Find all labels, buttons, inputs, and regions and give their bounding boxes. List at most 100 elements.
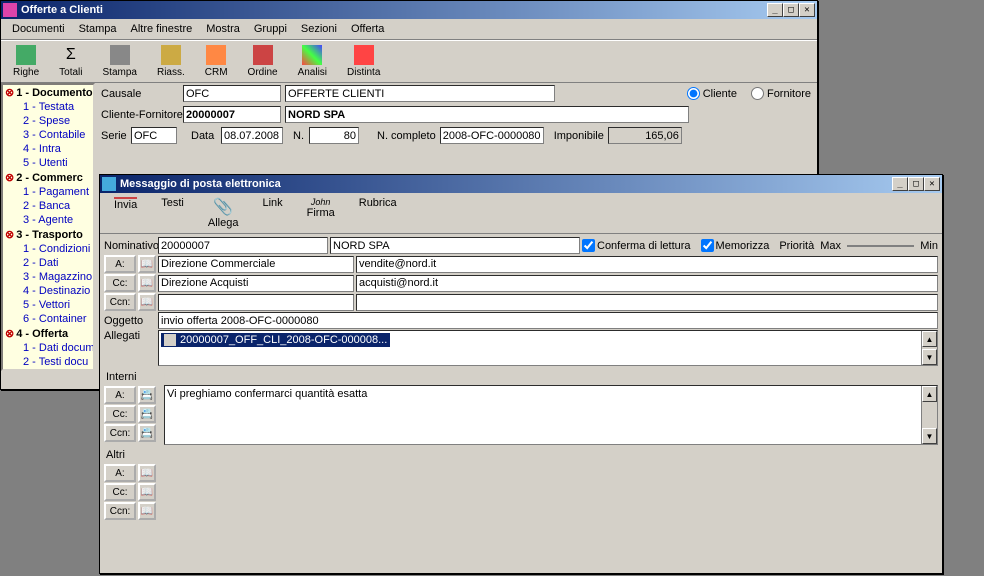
a-addr-input[interactable] — [356, 256, 938, 273]
tree-node[interactable]: ⊗4 - Offerta — [3, 326, 93, 341]
tree-node[interactable]: 2 - Spese — [3, 114, 93, 128]
cliente-radio[interactable]: Cliente — [687, 87, 737, 100]
menu-gruppi[interactable]: Gruppi — [247, 21, 294, 37]
altri-cc-button[interactable]: Cc: — [104, 483, 136, 501]
tree-node[interactable]: 3 - Contabile — [3, 128, 93, 142]
altri-a-lookup-icon[interactable]: 📖 — [138, 464, 156, 482]
etb-testi[interactable]: Testi — [149, 195, 196, 231]
cliente-name-input[interactable] — [285, 106, 689, 123]
tb-totali[interactable]: ΣTotali — [49, 43, 92, 80]
tree-node[interactable]: 6 - Container — [3, 312, 93, 326]
a-lookup-icon[interactable]: 📖 — [138, 255, 156, 273]
ncompleto-label: N. completo — [377, 130, 436, 142]
attachment-item[interactable]: 20000007_OFF_CLI_2008-OFC-000008... — [161, 333, 390, 347]
etb-link[interactable]: Link — [250, 195, 294, 231]
data-input[interactable] — [221, 127, 283, 144]
tree-node[interactable]: 2 - Banca — [3, 199, 93, 213]
tree-node[interactable]: ⊗1 - Documento — [3, 85, 93, 100]
a-button[interactable]: A: — [104, 255, 136, 273]
causale-input[interactable] — [183, 85, 281, 102]
etb-invia[interactable]: Invia — [102, 195, 149, 231]
main-toolbar: Righe ΣTotali Stampa Riass. CRM Ordine A… — [1, 40, 817, 83]
serie-label: Serie — [101, 130, 127, 142]
altri-ccn-lookup-icon[interactable]: 📖 — [138, 502, 156, 520]
altri-cc-lookup-icon[interactable]: 📖 — [138, 483, 156, 501]
cliente-code-input[interactable] — [183, 106, 281, 123]
interni-ccn-lookup-icon[interactable]: 📇 — [138, 424, 156, 442]
nominativo-input[interactable] — [158, 237, 328, 254]
ccn-addr-input[interactable] — [356, 294, 938, 311]
interni-cc-button[interactable]: Cc: — [104, 405, 136, 423]
cc-addr-input[interactable] — [356, 275, 938, 292]
ccn-lookup-icon[interactable]: 📖 — [138, 293, 156, 311]
menu-altre-finestre[interactable]: Altre finestre — [124, 21, 200, 37]
tree-node[interactable]: 3 - Agente — [3, 213, 93, 227]
menu-documenti[interactable]: Documenti — [5, 21, 72, 37]
email-maximize-button[interactable]: □ — [908, 177, 924, 191]
tree-node[interactable]: 1 - Condizioni — [3, 242, 93, 256]
conferma-lettura-checkbox[interactable]: Conferma di lettura — [582, 239, 691, 252]
interni-ccn-button[interactable]: Ccn: — [104, 424, 136, 442]
tree-node[interactable]: ⊗5 - Custom — [3, 369, 93, 371]
tree-node[interactable]: 5 - Utenti — [3, 156, 93, 170]
etb-firma[interactable]: JohnFirma — [295, 195, 347, 231]
tb-crm[interactable]: CRM — [195, 43, 238, 80]
n-input[interactable] — [309, 127, 359, 144]
maximize-button[interactable]: □ — [783, 3, 799, 17]
tree-node[interactable]: 1 - Pagament — [3, 185, 93, 199]
priorita-slider[interactable] — [843, 238, 918, 254]
etb-rubrica[interactable]: Rubrica — [347, 195, 409, 231]
tb-analisi[interactable]: Analisi — [288, 43, 337, 80]
tb-riass[interactable]: Riass. — [147, 43, 195, 80]
tree-node[interactable]: 4 - Destinazio — [3, 284, 93, 298]
interni-a-button[interactable]: A: — [104, 386, 136, 404]
message-body[interactable]: Vi preghiamo confermarci quantità esatta… — [164, 385, 938, 445]
tb-stampa[interactable]: Stampa — [93, 43, 147, 80]
fornitore-radio[interactable]: Fornitore — [751, 87, 811, 100]
tb-distinta[interactable]: Distinta — [337, 43, 390, 80]
oggetto-input[interactable] — [158, 312, 938, 329]
ccn-name-input[interactable] — [158, 294, 354, 311]
section-tree[interactable]: ⊗1 - Documento1 - Testata2 - Spese3 - Co… — [1, 83, 95, 371]
memorizza-checkbox[interactable]: Memorizza — [701, 239, 770, 252]
nominativo-desc-input[interactable] — [330, 237, 580, 254]
tree-node[interactable]: 5 - Vettori — [3, 298, 93, 312]
tb-righe[interactable]: Righe — [3, 43, 49, 80]
tb-ordine[interactable]: Ordine — [238, 43, 288, 80]
allegati-scrollbar[interactable]: ▲▼ — [921, 331, 937, 365]
tree-node[interactable]: 1 - Dati docum — [3, 341, 93, 355]
serie-input[interactable] — [131, 127, 177, 144]
close-button[interactable]: ✕ — [799, 3, 815, 17]
tree-node[interactable]: 1 - Testata — [3, 100, 93, 114]
tree-node[interactable]: ⊗2 - Commerc — [3, 170, 93, 185]
menu-mostra[interactable]: Mostra — [199, 21, 247, 37]
cc-lookup-icon[interactable]: 📖 — [138, 274, 156, 292]
app-icon — [3, 3, 17, 17]
min-label: Min — [920, 240, 938, 252]
menu-sezioni[interactable]: Sezioni — [294, 21, 344, 37]
data-label: Data — [191, 130, 217, 142]
interni-cc-lookup-icon[interactable]: 📇 — [138, 405, 156, 423]
causale-desc[interactable] — [285, 85, 555, 102]
body-scrollbar[interactable]: ▲▼ — [921, 386, 937, 444]
email-close-button[interactable]: ✕ — [924, 177, 940, 191]
interni-a-lookup-icon[interactable]: 📇 — [138, 386, 156, 404]
email-minimize-button[interactable]: _ — [892, 177, 908, 191]
tree-node[interactable]: ⊗3 - Trasporto — [3, 227, 93, 242]
etb-allega[interactable]: 📎Allega — [196, 195, 251, 231]
tree-node[interactable]: 4 - Intra — [3, 142, 93, 156]
ncompleto-input[interactable] — [440, 127, 544, 144]
tree-node[interactable]: 2 - Dati — [3, 256, 93, 270]
altri-a-button[interactable]: A: — [104, 464, 136, 482]
allegati-box[interactable]: 20000007_OFF_CLI_2008-OFC-000008... ▲▼ — [158, 330, 938, 366]
menu-stampa[interactable]: Stampa — [72, 21, 124, 37]
cc-name-input[interactable] — [158, 275, 354, 292]
menu-offerta[interactable]: Offerta — [344, 21, 391, 37]
ccn-button[interactable]: Ccn: — [104, 293, 136, 311]
tree-node[interactable]: 2 - Testi docu — [3, 355, 93, 369]
cc-button[interactable]: Cc: — [104, 274, 136, 292]
a-name-input[interactable] — [158, 256, 354, 273]
minimize-button[interactable]: _ — [767, 3, 783, 17]
tree-node[interactable]: 3 - Magazzino — [3, 270, 93, 284]
altri-ccn-button[interactable]: Ccn: — [104, 502, 136, 520]
